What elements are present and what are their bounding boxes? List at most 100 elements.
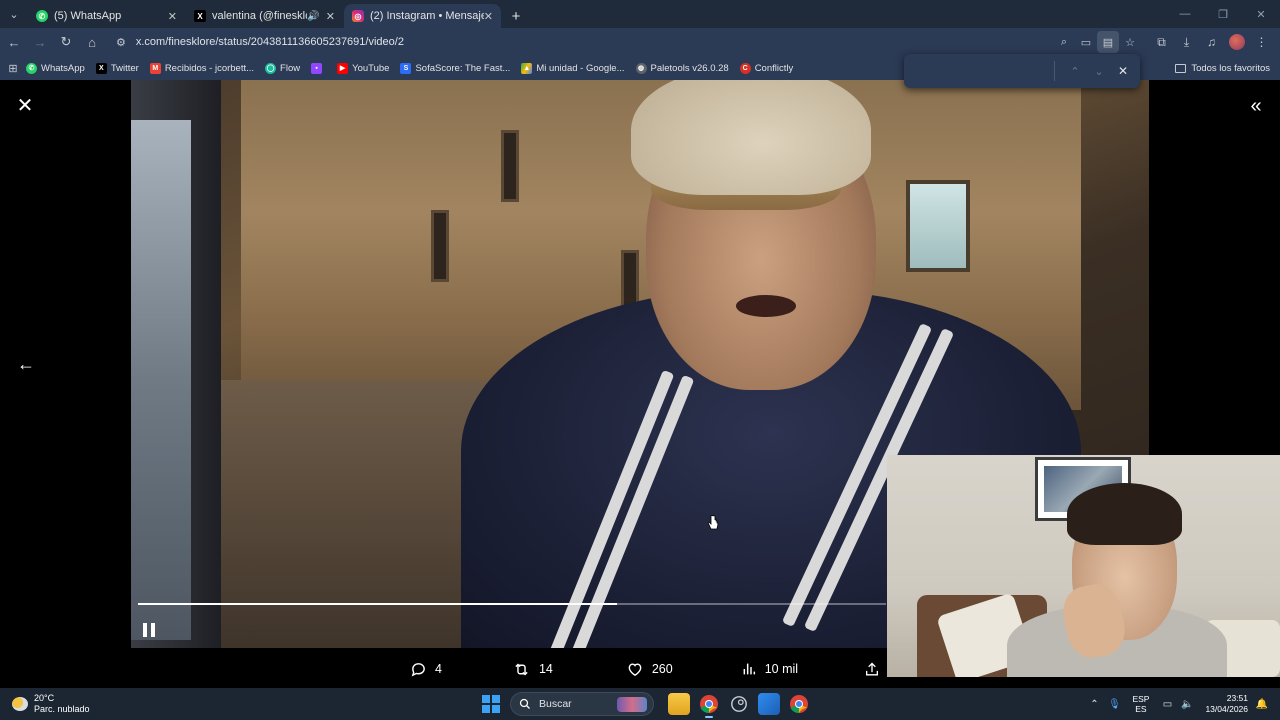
heart-icon <box>628 662 642 676</box>
clock[interactable]: 23:51 13/04/2026 <box>1205 693 1248 715</box>
close-tab-icon[interactable]: ✕ <box>168 10 177 23</box>
views-count: 10 mil <box>764 662 799 676</box>
weather-description: Parc. nublado <box>34 704 90 714</box>
maximize-icon[interactable]: ❐ <box>1204 0 1242 28</box>
omnibox-actions: ⌕ ▭ ▤ ☆ <box>1053 31 1141 53</box>
views-button[interactable]: 10 mil <box>741 661 798 677</box>
downloads-icon[interactable]: ⤓ <box>1174 30 1199 54</box>
search-placeholder: Buscar <box>539 698 572 710</box>
reload-icon[interactable]: ↻ <box>54 30 78 54</box>
folder-icon <box>1175 63 1187 73</box>
address-bar[interactable]: ⚙ x.com/finesklore/status/20438111366052… <box>110 30 1047 54</box>
weather-widget[interactable]: 20°C Parc. nublado <box>12 693 90 715</box>
menu-kebab-icon[interactable]: ⋮ <box>1249 30 1274 54</box>
tab-whatsapp[interactable]: ✆ (5) WhatsApp ✕ <box>28 4 185 28</box>
all-bookmarks-folder[interactable]: Todos los favoritos <box>1175 56 1270 80</box>
chrome-icon[interactable] <box>698 693 720 718</box>
bookmark-conflictly[interactable]: C Conflictly <box>739 62 793 74</box>
repost-button[interactable]: 14 <box>512 661 553 678</box>
video-frame-window <box>501 130 519 202</box>
close-tab-icon[interactable]: ✕ <box>326 10 335 23</box>
tab-search-chevron-icon[interactable]: ⌄ <box>0 0 28 28</box>
repost-icon <box>515 663 528 675</box>
close-window-icon[interactable]: ✕ <box>1242 0 1280 28</box>
windows-start-icon[interactable] <box>482 695 500 713</box>
url-text: x.com/finesklore/status/2043811136605237… <box>135 36 404 48</box>
volume-icon[interactable]: 🔈 <box>1177 699 1197 710</box>
whatsapp-icon: ✆ <box>26 62 37 74</box>
minimize-icon[interactable]: — <box>1166 0 1204 28</box>
media-control-icon[interactable]: ♫ <box>1199 30 1224 54</box>
date: 13/04/2026 <box>1205 704 1248 714</box>
paletools-icon: ◍ <box>635 62 647 74</box>
close-icon[interactable]: ✕ <box>14 94 36 117</box>
google-drive-icon: ▲ <box>521 62 533 74</box>
bookmark-flow[interactable]: ◯ Flow <box>265 62 300 74</box>
snipping-tool-icon[interactable] <box>758 693 780 715</box>
reading-mode-icon[interactable]: ▤ <box>1097 31 1119 53</box>
hand-cursor-icon <box>707 515 719 530</box>
expand-sidebar-icon[interactable]: « <box>1244 94 1268 118</box>
show-hidden-icons-chevron-icon[interactable]: ⌃ <box>1084 699 1104 710</box>
taskbar-search[interactable]: Buscar <box>510 692 654 716</box>
bookmark-gmail[interactable]: M Recibidos - jcorbett... <box>149 62 254 74</box>
gmail-icon: M <box>149 62 161 74</box>
bookmark-whatsapp[interactable]: ✆ WhatsApp <box>26 62 85 74</box>
apps-grid-icon[interactable]: ⊞ <box>0 62 26 75</box>
video-progress-bar[interactable] <box>138 603 886 605</box>
bookmark-twitter[interactable]: X Twitter <box>95 62 139 74</box>
reply-icon <box>411 662 425 677</box>
time: 23:51 <box>1226 693 1248 703</box>
previous-media-arrow-icon[interactable]: ← <box>14 352 38 376</box>
file-explorer-icon[interactable] <box>668 693 690 715</box>
extensions-icon[interactable]: ⧉ <box>1149 30 1174 54</box>
weather-temperature: 20°C <box>34 693 55 703</box>
pause-button[interactable] <box>139 619 159 641</box>
find-next-icon[interactable]: ⌄ <box>1087 65 1111 78</box>
bookmark-paletools[interactable]: ◍ Paletools v26.0.28 <box>635 62 729 74</box>
find-close-icon[interactable]: ✕ <box>1111 64 1135 78</box>
repost-count: 14 <box>538 662 553 676</box>
forward-icon[interactable]: → <box>28 30 52 54</box>
speaker-icon[interactable]: 🔊 <box>307 11 319 22</box>
microphone-icon[interactable]: 🎙 <box>1104 699 1124 710</box>
find-previous-icon[interactable]: ⌃ <box>1063 65 1087 78</box>
steam-icon[interactable] <box>728 693 750 715</box>
cast-icon[interactable]: ▭ <box>1075 31 1097 53</box>
share-button[interactable] <box>864 661 888 678</box>
browser-toolbar: ← → ↻ ⌂ ⚙ x.com/finesklore/status/204381… <box>0 28 1280 56</box>
tab-instagram[interactable]: ◎ (2) Instagram • Mensajes ✕ <box>344 4 501 28</box>
chrome-profile-icon[interactable] <box>788 693 810 715</box>
video-frame-hat <box>631 80 871 195</box>
back-icon[interactable]: ← <box>2 30 26 54</box>
reply-button[interactable]: 4 <box>410 661 442 678</box>
network-icon[interactable]: ▭ <box>1157 699 1177 710</box>
toolbar-right: ⧉ ⤓ ♫ ⋮ <box>1149 30 1274 54</box>
language-indicator[interactable]: ESP ES <box>1132 694 1149 714</box>
bookmark-sofascore[interactable]: S SofaScore: The Fast... <box>400 62 510 74</box>
bookmark-youtube[interactable]: ▶ YouTube <box>337 62 389 74</box>
youtube-icon: ▶ <box>337 62 349 74</box>
bookmark-star-icon[interactable]: ☆ <box>1119 31 1141 53</box>
site-info-icon[interactable]: ⚙ <box>116 36 126 49</box>
twitch-icon: ▪ <box>311 62 323 74</box>
bookmark-twitch[interactable]: ▪ <box>311 62 326 74</box>
video-frame-mouth <box>736 295 796 317</box>
profile-avatar[interactable] <box>1224 30 1249 54</box>
find-input[interactable] <box>904 54 1054 88</box>
bookmark-google-drive[interactable]: ▲ Mi unidad - Google... <box>521 62 625 74</box>
tab-x[interactable]: X valentina (@finesklore) / X 🔊 ✕ <box>186 4 343 28</box>
new-tab-button[interactable]: + <box>506 6 526 26</box>
views-bar-chart-icon <box>743 663 755 675</box>
home-icon[interactable]: ⌂ <box>80 30 104 54</box>
partly-cloudy-icon <box>12 697 28 711</box>
webcam-overlay <box>887 455 1280 677</box>
zoom-icon[interactable]: ⌕ <box>1053 31 1075 53</box>
sofascore-icon: S <box>400 62 412 74</box>
like-count: 260 <box>651 662 673 676</box>
close-tab-icon[interactable]: ✕ <box>484 10 493 23</box>
tab-strip: ⌄ ✆ (5) WhatsApp ✕ X valentina (@fineskl… <box>0 0 1280 28</box>
like-button[interactable]: 260 <box>626 661 673 678</box>
whatsapp-icon: ✆ <box>36 10 48 22</box>
notifications-icon[interactable]: 🔔 <box>1252 699 1272 710</box>
